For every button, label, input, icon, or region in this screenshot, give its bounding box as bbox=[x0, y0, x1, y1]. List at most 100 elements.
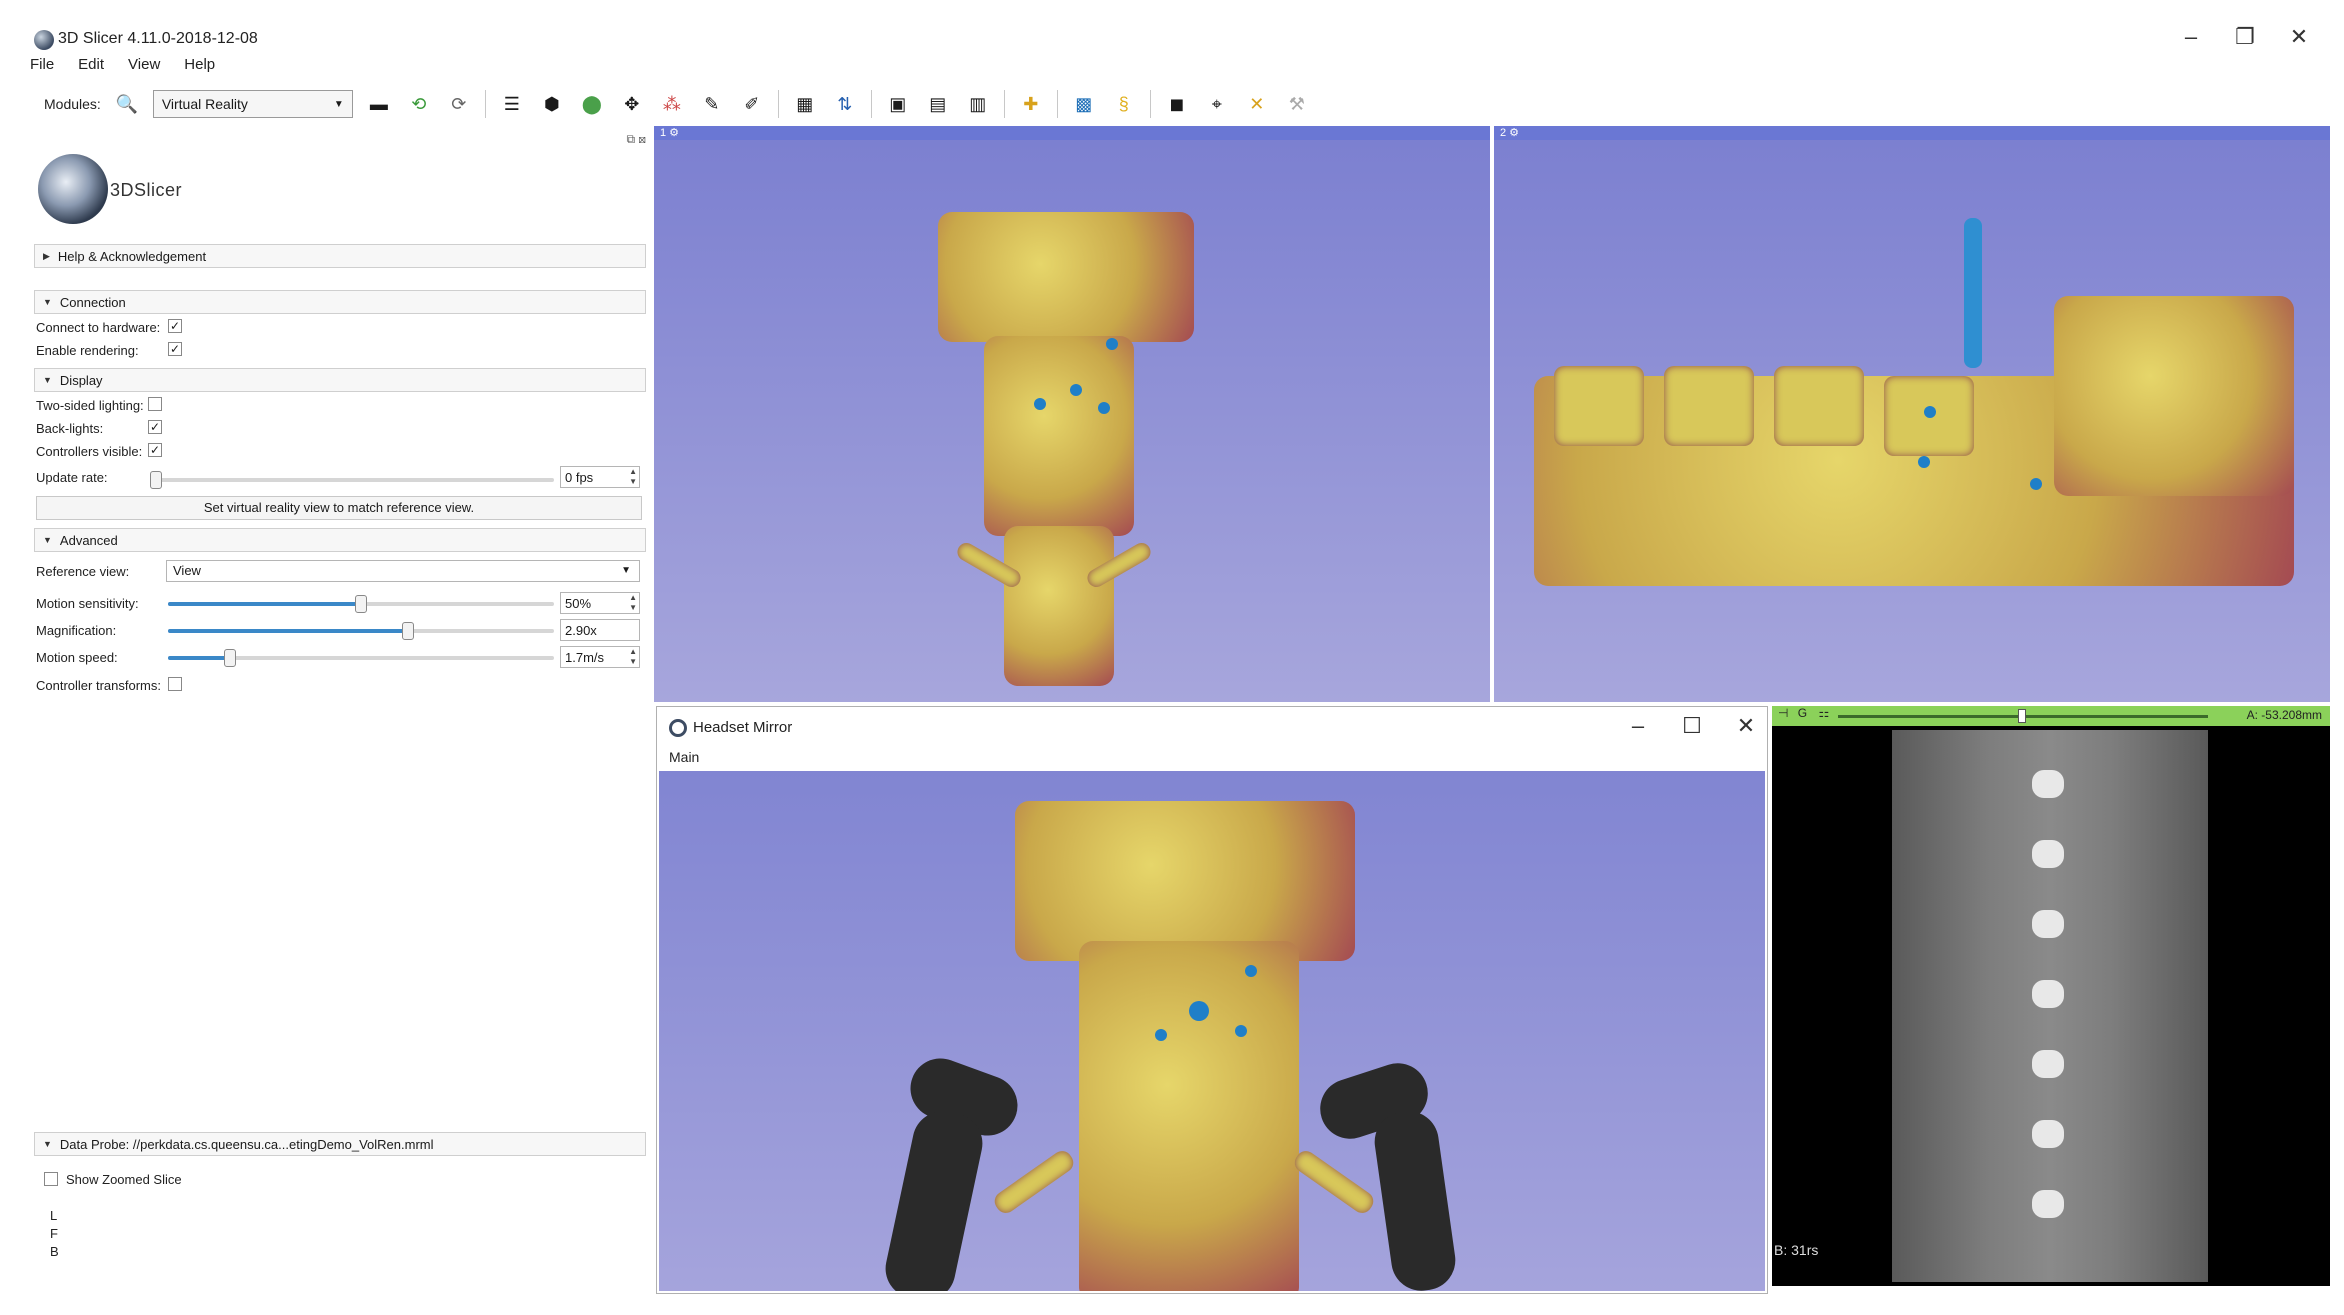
chevron-down-icon: ▼ bbox=[621, 565, 631, 576]
cervical-bone-render bbox=[938, 212, 1194, 342]
vr-target-icon[interactable]: ⌖ bbox=[1203, 90, 1231, 118]
maximize-icon[interactable]: ☐ bbox=[1677, 713, 1707, 739]
reference-view-combo[interactable]: View ▼ bbox=[166, 560, 640, 582]
motion-speed-handle[interactable] bbox=[224, 649, 236, 667]
controller-transforms-checkbox[interactable] bbox=[168, 677, 182, 691]
magnification-label: Magnification: bbox=[36, 623, 117, 638]
pelvis-render bbox=[2054, 296, 2294, 496]
motion-sensitivity-spinbox[interactable]: 50% ▲ ▼ bbox=[560, 592, 640, 614]
layout-icon[interactable]: ▦ bbox=[791, 90, 819, 118]
two-sided-lighting-checkbox[interactable] bbox=[148, 397, 162, 411]
back-lights-checkbox[interactable]: ✓ bbox=[148, 420, 162, 434]
connect-hardware-checkbox[interactable]: ✓ bbox=[168, 319, 182, 333]
3d-view-2[interactable]: 2 ⚙ bbox=[1494, 126, 2330, 702]
data-icon[interactable]: ☰ bbox=[498, 90, 526, 118]
show-zoomed-slice-checkbox[interactable] bbox=[44, 1172, 58, 1186]
slice-offset-handle[interactable] bbox=[2018, 709, 2026, 723]
close-icon[interactable]: ✕ bbox=[1731, 713, 1761, 739]
restore-icon[interactable]: ❐ bbox=[2230, 24, 2260, 50]
spine-column-lower-render bbox=[1004, 526, 1114, 686]
fiducial-marker bbox=[1918, 456, 1930, 468]
python-icon[interactable]: § bbox=[1110, 90, 1138, 118]
enable-rendering-checkbox[interactable]: ✓ bbox=[168, 342, 182, 356]
module-search-icon[interactable]: 🔍 bbox=[113, 90, 141, 118]
update-rate-label: Update rate: bbox=[36, 470, 108, 485]
magnification-handle[interactable] bbox=[402, 622, 414, 640]
headset-mirror-menu-main[interactable]: Main bbox=[669, 749, 699, 765]
update-rate-slider-handle[interactable] bbox=[150, 471, 162, 489]
fiducial-marker bbox=[1155, 1029, 1167, 1041]
chevron-down-icon: ▼ bbox=[43, 375, 52, 385]
menu-view[interactable]: View bbox=[128, 56, 160, 78]
transforms-icon[interactable]: ✥ bbox=[618, 90, 646, 118]
pin-icon[interactable]: ⊣ bbox=[1778, 706, 1788, 720]
vr-controller-right-handle bbox=[1370, 1107, 1460, 1291]
spin-arrows-icon[interactable]: ▲ ▼ bbox=[629, 467, 637, 487]
back-arrow-icon[interactable]: ⟲ bbox=[405, 90, 433, 118]
vr-headset-icon[interactable]: ◼ bbox=[1163, 90, 1191, 118]
screenshot-icon[interactable]: ▣ bbox=[884, 90, 912, 118]
update-rate-slider[interactable] bbox=[150, 471, 554, 489]
fiducial-marker bbox=[1189, 1001, 1209, 1021]
spin-arrows-icon[interactable]: ▲ ▼ bbox=[629, 647, 637, 667]
minimize-icon[interactable]: – bbox=[2176, 24, 2206, 50]
menu-help[interactable]: Help bbox=[184, 56, 215, 78]
motion-speed-label: Motion speed: bbox=[36, 650, 118, 665]
menu-file[interactable]: File bbox=[30, 56, 54, 78]
slice-view-bar[interactable]: ⊣ G ⚏ A: -53.208mm bbox=[1772, 706, 2330, 726]
link-icon[interactable]: ⚏ bbox=[1818, 706, 1829, 720]
forward-arrow-icon[interactable]: ⟳ bbox=[445, 90, 473, 118]
scene-view-icon[interactable]: ▤ bbox=[924, 90, 952, 118]
ct-coronal-slice bbox=[1892, 730, 2208, 1282]
menu-edit[interactable]: Edit bbox=[78, 56, 104, 78]
advanced-section[interactable]: ▼ Advanced bbox=[34, 528, 646, 552]
spin-arrows-icon[interactable]: ▲ ▼ bbox=[629, 593, 637, 613]
match-reference-view-button[interactable]: Set virtual reality view to match refere… bbox=[36, 496, 642, 520]
vr-tool-icon[interactable]: ✕ bbox=[1243, 90, 1271, 118]
motion-sensitivity-slider[interactable] bbox=[168, 595, 554, 613]
slice-view-green[interactable]: ⊣ G ⚏ A: -53.208mm B: 31rs bbox=[1772, 706, 2330, 1286]
module-list-icon[interactable]: ▬ bbox=[365, 90, 393, 118]
magnification-slider[interactable] bbox=[168, 622, 554, 640]
fiducial-marker bbox=[1924, 406, 1936, 418]
slicer-app-icon bbox=[34, 30, 54, 50]
help-section[interactable]: ▶ Help & Acknowledgement bbox=[34, 244, 646, 268]
connect-hardware-label: Connect to hardware: bbox=[36, 320, 161, 335]
headset-mirror-view[interactable] bbox=[659, 771, 1765, 1291]
fiducial-marker bbox=[1098, 402, 1110, 414]
data-probe-section[interactable]: ▼ Data Probe: //perkdata.cs.queensu.ca..… bbox=[34, 1132, 646, 1156]
motion-speed-spinbox[interactable]: 1.7m/s ▲ ▼ bbox=[560, 646, 640, 668]
module-selector[interactable]: Virtual Reality ▼ bbox=[152, 90, 353, 118]
3d-view-1[interactable]: 1 ⚙ bbox=[654, 126, 1490, 702]
editor-icon[interactable]: ✎ bbox=[698, 90, 726, 118]
headset-mirror-title: Headset Mirror bbox=[693, 719, 793, 736]
close-icon[interactable]: ✕ bbox=[2284, 24, 2314, 50]
scene-restore-icon[interactable]: ▥ bbox=[964, 90, 992, 118]
crosshair-icon[interactable]: ✚ bbox=[1017, 90, 1045, 118]
extension-manager-icon[interactable]: ▩ bbox=[1070, 90, 1098, 118]
window-title: 3D Slicer 4.11.0-2018-12-08 bbox=[58, 30, 258, 47]
probe-l-label: L bbox=[50, 1208, 58, 1223]
markups-icon[interactable]: ⁂ bbox=[658, 90, 686, 118]
vr-wrench-icon[interactable]: ⚒ bbox=[1283, 90, 1311, 118]
controller-transforms-label: Controller transforms: bbox=[36, 678, 161, 693]
motion-sensitivity-handle[interactable] bbox=[355, 595, 367, 613]
magnification-spinbox[interactable]: 2.90x bbox=[560, 619, 640, 641]
slicer-logo-icon bbox=[38, 154, 108, 224]
motion-speed-slider[interactable] bbox=[168, 649, 554, 667]
models-icon[interactable]: ⬤ bbox=[578, 90, 606, 118]
update-rate-spinbox[interactable]: 0 fps ▲ ▼ bbox=[560, 466, 640, 488]
segment-editor-icon[interactable]: ✐ bbox=[738, 90, 766, 118]
view-2-header[interactable]: 2 ⚙ bbox=[1494, 126, 2330, 140]
controllers-visible-checkbox[interactable]: ✓ bbox=[148, 443, 162, 457]
crosshair-arrow-icon[interactable]: ⇅ bbox=[831, 90, 859, 118]
volumes-icon[interactable]: ⬢ bbox=[538, 90, 566, 118]
connection-section[interactable]: ▼ Connection bbox=[34, 290, 646, 314]
view-1-header[interactable]: 1 ⚙ bbox=[654, 126, 1490, 140]
controllers-visible-label: Controllers visible: bbox=[36, 444, 143, 459]
slicer-app-icon bbox=[669, 719, 687, 737]
display-section[interactable]: ▼ Display bbox=[34, 368, 646, 392]
headset-mirror-window[interactable]: Headset Mirror – ☐ ✕ Main bbox=[656, 706, 1768, 1294]
panel-float-icon[interactable]: ⧉ ⊠ bbox=[626, 132, 646, 147]
minimize-icon[interactable]: – bbox=[1623, 713, 1653, 739]
